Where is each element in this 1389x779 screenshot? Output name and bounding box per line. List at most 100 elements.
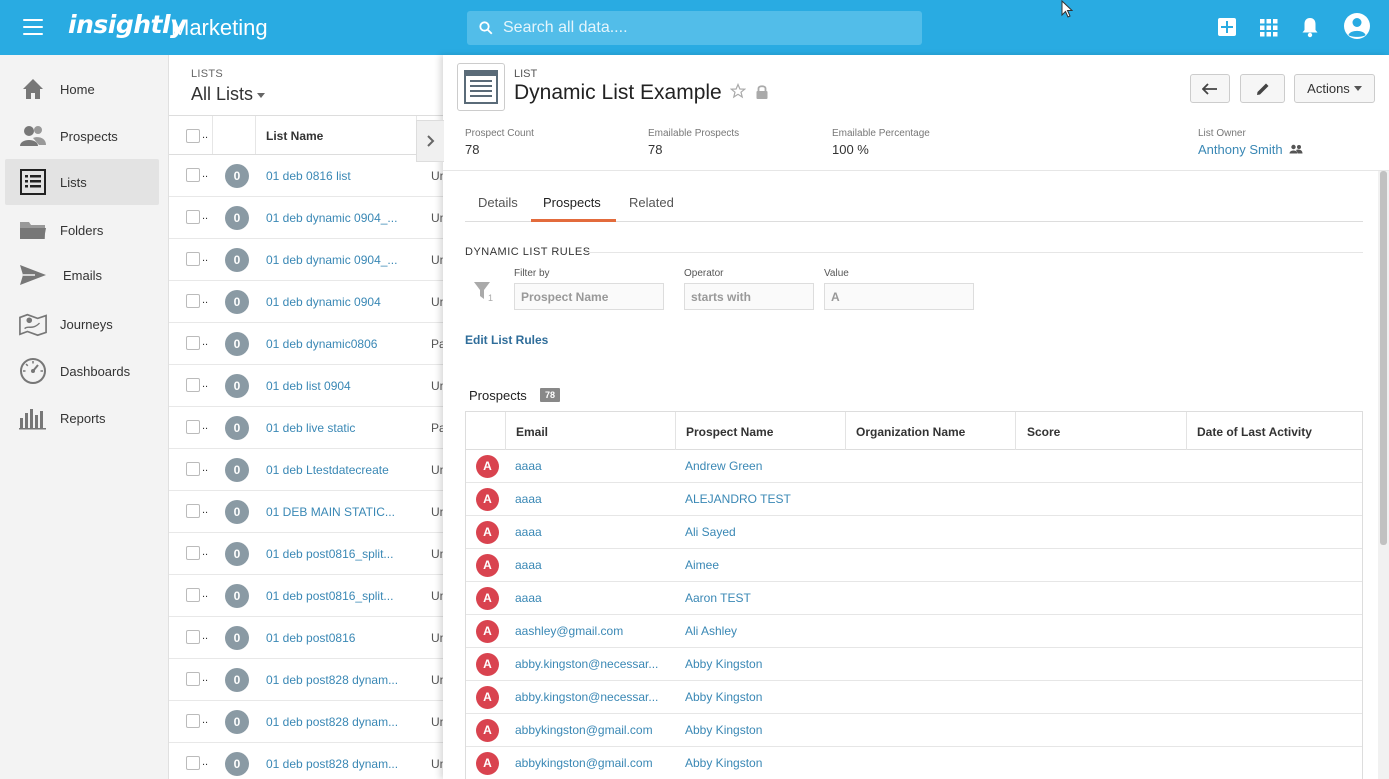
list-item[interactable]: .. 0 01 deb dynamic 0904_... Un xyxy=(169,239,443,281)
row-checkbox[interactable] xyxy=(186,756,200,770)
edit-list-rules-link[interactable]: Edit List Rules xyxy=(465,333,548,347)
prospect-name-link[interactable]: Abby Kingston xyxy=(685,690,762,704)
prospect-email-link[interactable]: abbykingston@gmail.com xyxy=(515,756,653,770)
prospect-email-link[interactable]: aaaa xyxy=(515,591,542,605)
list-item[interactable]: .. 0 01 deb post0816 Un xyxy=(169,617,443,659)
column-header-date-of-last-activity[interactable]: Date of Last Activity xyxy=(1197,425,1312,439)
list-name-link[interactable]: 01 deb Ltestdatecreate xyxy=(266,463,389,477)
back-button[interactable] xyxy=(1190,74,1230,103)
column-header-list-name[interactable]: List Name xyxy=(266,129,323,143)
table-row[interactable]: Aabbykingston@gmail.com Abby Kingston xyxy=(466,747,1362,779)
prospect-email-link[interactable]: aaaa xyxy=(515,525,542,539)
prospect-email-link[interactable]: aaaa xyxy=(515,459,542,473)
prospect-name-link[interactable]: Aaron TEST xyxy=(685,591,751,605)
menu-icon[interactable] xyxy=(23,19,43,35)
actions-dropdown[interactable]: Actions xyxy=(1294,74,1375,103)
row-checkbox[interactable] xyxy=(186,294,200,308)
list-item[interactable]: .. 0 01 deb live static Pa xyxy=(169,407,443,449)
prospect-name-link[interactable]: Ali Ashley xyxy=(685,624,737,638)
column-header-prospect-name[interactable]: Prospect Name xyxy=(686,425,773,439)
prospect-name-link[interactable]: Andrew Green xyxy=(685,459,762,473)
prospect-name-link[interactable]: Aimee xyxy=(685,558,719,572)
list-name-link[interactable]: 01 deb post828 dynam... xyxy=(266,673,398,687)
sidebar-item-folders[interactable]: Folders xyxy=(5,207,159,253)
sidebar-item-emails[interactable]: Emails xyxy=(5,252,159,298)
list-name-link[interactable]: 01 deb live static xyxy=(266,421,355,435)
edit-button[interactable] xyxy=(1240,74,1285,103)
collapse-panel-button[interactable] xyxy=(416,120,444,162)
prospect-email-link[interactable]: abbykingston@gmail.com xyxy=(515,723,653,737)
prospect-email-link[interactable]: abby.kingston@necessar... xyxy=(515,657,658,671)
sidebar-item-prospects[interactable]: Prospects xyxy=(5,113,159,159)
list-name-link[interactable]: 01 deb post828 dynam... xyxy=(266,757,398,771)
user-avatar-icon[interactable] xyxy=(1343,11,1371,41)
list-item[interactable]: .. 0 01 deb list 0904 Un xyxy=(169,365,443,407)
tab-details[interactable]: Details xyxy=(478,195,518,210)
star-icon[interactable] xyxy=(730,83,746,99)
row-checkbox[interactable] xyxy=(186,504,200,518)
list-view-selector[interactable]: All Lists xyxy=(191,84,266,105)
prospect-name-link[interactable]: Abby Kingston xyxy=(685,723,762,737)
prospect-email-link[interactable]: abby.kingston@necessar... xyxy=(515,690,658,704)
row-checkbox[interactable] xyxy=(186,168,200,182)
prospect-name-link[interactable]: Abby Kingston xyxy=(685,657,762,671)
table-row[interactable]: Aaaaa Aimee xyxy=(466,549,1362,582)
list-name-link[interactable]: 01 deb dynamic 0904_... xyxy=(266,253,397,267)
list-item[interactable]: .. 0 01 deb post828 dynam... Un xyxy=(169,701,443,743)
search-input[interactable] xyxy=(503,19,903,37)
tab-related[interactable]: Related xyxy=(629,195,674,210)
vertical-scrollbar[interactable] xyxy=(1378,171,1389,779)
sidebar-item-reports[interactable]: Reports xyxy=(5,395,159,441)
list-name-link[interactable]: 01 deb post0816_split... xyxy=(266,589,393,603)
sidebar-item-dashboards[interactable]: Dashboards xyxy=(5,348,159,394)
table-row[interactable]: Aaaaa Ali Sayed xyxy=(466,516,1362,549)
row-checkbox[interactable] xyxy=(186,546,200,560)
list-name-link[interactable]: 01 deb dynamic 0904_... xyxy=(266,211,397,225)
prospect-email-link[interactable]: aaaa xyxy=(515,558,542,572)
apps-grid-icon[interactable] xyxy=(1259,13,1279,41)
select-all-checkbox[interactable] xyxy=(186,129,200,143)
row-checkbox[interactable] xyxy=(186,462,200,476)
sidebar-item-lists[interactable]: Lists xyxy=(5,159,159,205)
list-item[interactable]: .. 0 01 deb post0816_split... Un xyxy=(169,575,443,617)
bell-icon[interactable] xyxy=(1300,13,1320,41)
list-name-link[interactable]: 01 deb post0816_split... xyxy=(266,547,393,561)
list-name-link[interactable]: 01 deb post0816 xyxy=(266,631,355,645)
table-row[interactable]: Aaaaa ALEJANDRO TEST xyxy=(466,483,1362,516)
brand-logo[interactable]: insightly xyxy=(68,10,186,39)
prospect-email-link[interactable]: aashley@gmail.com xyxy=(515,624,623,638)
row-checkbox[interactable] xyxy=(186,420,200,434)
list-name-link[interactable]: 01 deb dynamic0806 xyxy=(266,337,377,351)
list-name-link[interactable]: 01 DEB MAIN STATIC... xyxy=(266,505,395,519)
row-checkbox[interactable] xyxy=(186,336,200,350)
list-name-link[interactable]: 01 deb 0816 list xyxy=(266,169,351,183)
list-item[interactable]: .. 0 01 deb post0816_split... Un xyxy=(169,533,443,575)
list-name-link[interactable]: 01 deb post828 dynam... xyxy=(266,715,398,729)
prospect-name-link[interactable]: Abby Kingston xyxy=(685,756,762,770)
table-row[interactable]: Aaaaa Andrew Green xyxy=(466,450,1362,483)
column-header-organization-name[interactable]: Organization Name xyxy=(856,425,965,439)
prospect-email-link[interactable]: aaaa xyxy=(515,492,542,506)
add-icon[interactable] xyxy=(1217,13,1237,41)
row-checkbox[interactable] xyxy=(186,252,200,266)
list-item[interactable]: .. 0 01 deb Ltestdatecreate Un xyxy=(169,449,443,491)
table-row[interactable]: Aabbykingston@gmail.com Abby Kingston xyxy=(466,714,1362,747)
row-checkbox[interactable] xyxy=(186,588,200,602)
list-item[interactable]: .. 0 01 DEB MAIN STATIC... Un xyxy=(169,491,443,533)
list-owner-link[interactable]: Anthony Smith xyxy=(1198,142,1303,157)
list-item[interactable]: .. 0 01 deb dynamic0806 Pa xyxy=(169,323,443,365)
list-item[interactable]: .. 0 01 deb post828 dynam... Un xyxy=(169,743,443,779)
list-item[interactable]: .. 0 01 deb post828 dynam... Un xyxy=(169,659,443,701)
global-search[interactable] xyxy=(467,11,922,45)
list-item[interactable]: .. 0 01 deb dynamic 0904_... Un xyxy=(169,197,443,239)
table-row[interactable]: Aaashley@gmail.com Ali Ashley xyxy=(466,615,1362,648)
list-item[interactable]: .. 0 01 deb dynamic 0904 Un xyxy=(169,281,443,323)
row-checkbox[interactable] xyxy=(186,714,200,728)
list-name-link[interactable]: 01 deb list 0904 xyxy=(266,379,351,393)
column-header-email[interactable]: Email xyxy=(516,425,548,439)
prospect-name-link[interactable]: ALEJANDRO TEST xyxy=(685,492,791,506)
table-row[interactable]: Aaaaa Aaron TEST xyxy=(466,582,1362,615)
table-row[interactable]: Aabby.kingston@necessar... Abby Kingston xyxy=(466,648,1362,681)
table-row[interactable]: Aabby.kingston@necessar... Abby Kingston xyxy=(466,681,1362,714)
row-checkbox[interactable] xyxy=(186,630,200,644)
